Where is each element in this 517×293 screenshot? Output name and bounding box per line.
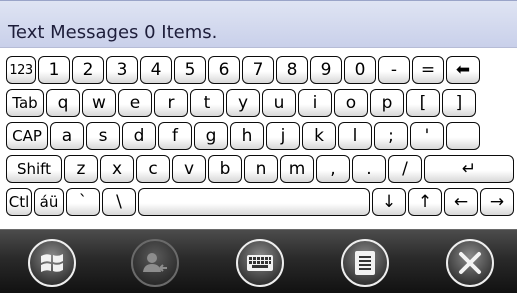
key-e[interactable]: e <box>118 89 152 117</box>
backspace-arrow-icon: ⬅ <box>455 60 471 80</box>
key-9[interactable]: 9 <box>310 56 342 84</box>
enter-return-icon: ↵ <box>461 159 477 179</box>
key-m[interactable]: m <box>280 155 314 183</box>
key-slash[interactable]: / <box>388 155 422 183</box>
menu-list-icon <box>355 251 375 275</box>
key-j[interactable]: j <box>266 122 300 150</box>
command-bar <box>0 229 517 293</box>
key-d[interactable]: d <box>122 122 156 150</box>
key-equals[interactable]: = <box>412 56 444 84</box>
key-z[interactable]: z <box>64 155 98 183</box>
key-8[interactable]: 8 <box>276 56 308 84</box>
key-u[interactable]: u <box>262 89 296 117</box>
key-5[interactable]: 5 <box>174 56 206 84</box>
key-n[interactable]: n <box>244 155 278 183</box>
key-123[interactable]: 123 <box>6 56 36 84</box>
key-backspace[interactable]: ⬅ <box>446 56 480 84</box>
key-6[interactable]: 6 <box>208 56 240 84</box>
key-g[interactable]: g <box>194 122 228 150</box>
key-backslash[interactable]: \ <box>102 188 136 216</box>
key-a[interactable]: a <box>50 122 84 150</box>
menu-button[interactable] <box>341 239 389 287</box>
key-right-arrow[interactable]: → <box>480 188 514 216</box>
key-4[interactable]: 4 <box>140 56 172 84</box>
key-q[interactable]: q <box>46 89 80 117</box>
key-l[interactable]: l <box>338 122 372 150</box>
key-c[interactable]: c <box>136 155 170 183</box>
key-y[interactable]: y <box>226 89 260 117</box>
key-p[interactable]: p <box>370 89 404 117</box>
close-x-icon <box>459 252 481 274</box>
windows-logo-icon <box>41 254 63 272</box>
title-bar: Text Messages 0 Items. <box>0 0 517 48</box>
key-space[interactable] <box>138 188 370 216</box>
key-semicolon[interactable]: ; <box>374 122 408 150</box>
key-v[interactable]: v <box>172 155 206 183</box>
key-comma[interactable]: , <box>316 155 350 183</box>
key-s[interactable]: s <box>86 122 120 150</box>
key-r[interactable]: r <box>154 89 188 117</box>
page-title: Text Messages 0 Items. <box>8 22 218 43</box>
key-o[interactable]: o <box>334 89 368 117</box>
left-arrow-icon: ← <box>453 192 469 212</box>
key-left-bracket[interactable]: [ <box>406 89 440 117</box>
keyboard-row-qwerty: Tab q w e r t y u i o p [ ] <box>0 89 517 119</box>
on-screen-keyboard: 123 1 2 3 4 5 6 7 8 9 0 - = ⬅ Tab q w e … <box>0 55 517 229</box>
keyboard-icon <box>247 255 273 271</box>
right-arrow-icon: → <box>489 192 505 212</box>
key-2[interactable]: 2 <box>72 56 104 84</box>
key-enter-top[interactable] <box>446 122 480 150</box>
key-shift[interactable]: Shift <box>6 155 62 183</box>
key-7[interactable]: 7 <box>242 56 274 84</box>
key-1[interactable]: 1 <box>38 56 70 84</box>
key-3[interactable]: 3 <box>106 56 138 84</box>
key-period[interactable]: . <box>352 155 386 183</box>
key-up-arrow[interactable]: ↑ <box>408 188 442 216</box>
keyboard-row-bottom-letters: Shift z x c v b n m , . / ↵ <box>0 155 517 185</box>
key-t[interactable]: t <box>190 89 224 117</box>
key-x[interactable]: x <box>100 155 134 183</box>
key-ctrl[interactable]: Ctl <box>6 188 32 216</box>
keyboard-row-space: Ctl áü ` \ ↓ ↑ ← → <box>0 188 517 218</box>
keyboard-button[interactable] <box>236 239 284 287</box>
key-k[interactable]: k <box>302 122 336 150</box>
key-b[interactable]: b <box>208 155 242 183</box>
key-down-arrow[interactable]: ↓ <box>372 188 406 216</box>
key-accents[interactable]: áü <box>34 188 64 216</box>
key-apostrophe[interactable]: ' <box>410 122 444 150</box>
key-backtick[interactable]: ` <box>66 188 100 216</box>
keyboard-row-home: CAP a s d f g h j k l ; ' <box>0 122 517 152</box>
key-enter[interactable]: ↵ <box>424 155 514 183</box>
start-button[interactable] <box>28 239 76 287</box>
key-left-arrow[interactable]: ← <box>444 188 478 216</box>
close-button[interactable] <box>446 239 494 287</box>
key-minus[interactable]: - <box>378 56 410 84</box>
key-tab[interactable]: Tab <box>6 89 44 117</box>
key-h[interactable]: h <box>230 122 264 150</box>
up-arrow-icon: ↑ <box>417 192 433 212</box>
keyboard-row-numbers: 123 1 2 3 4 5 6 7 8 9 0 - = ⬅ <box>0 56 517 86</box>
contacts-button[interactable] <box>131 239 179 287</box>
key-right-bracket[interactable]: ] <box>442 89 476 117</box>
down-arrow-icon: ↓ <box>381 192 397 212</box>
key-i[interactable]: i <box>298 89 332 117</box>
key-f[interactable]: f <box>158 122 192 150</box>
key-w[interactable]: w <box>82 89 116 117</box>
key-caps[interactable]: CAP <box>6 122 48 150</box>
key-0[interactable]: 0 <box>344 56 376 84</box>
contact-arrow-icon <box>143 253 167 272</box>
